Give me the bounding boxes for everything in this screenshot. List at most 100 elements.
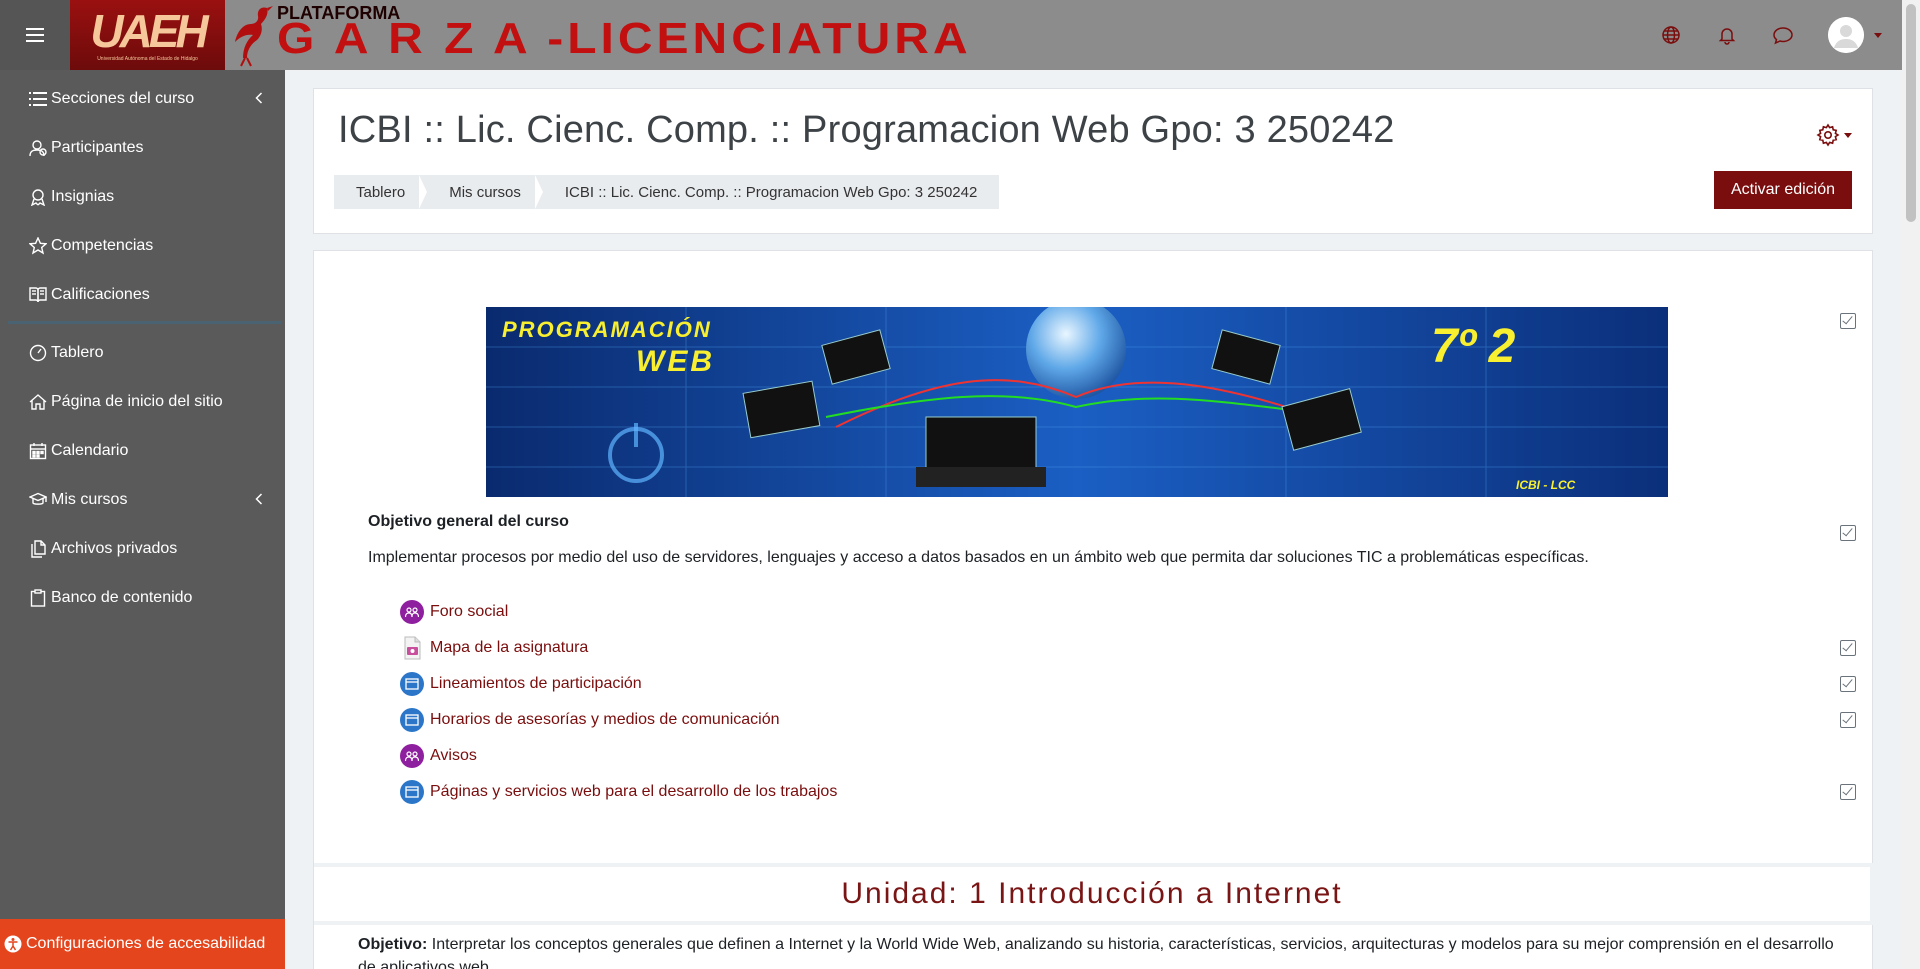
activity-label[interactable]: Foro social: [430, 603, 508, 621]
uaeh-logo-text: UAEH: [90, 5, 208, 57]
banner-footer: ICBI - LCC: [1516, 478, 1576, 492]
drawer-item-label: Página de inicio del sitio: [51, 392, 223, 410]
completion-checkbox[interactable]: [1840, 640, 1856, 656]
drawer-item-calendario[interactable]: Calendario: [0, 426, 285, 475]
unit-1-objective-text: Interpretar los conceptos generales que …: [358, 936, 1834, 969]
chat-icon[interactable]: [1772, 24, 1794, 46]
drawer-item-label: Competencias: [51, 236, 154, 254]
banner-semester: 7º 2: [1431, 320, 1516, 373]
activity-paginas-servicios[interactable]: Páginas y servicios web para el desarrol…: [400, 780, 837, 804]
accessibility-settings-button[interactable]: Configuraciones de accesabilidad: [0, 919, 285, 969]
activity-foro-social[interactable]: Foro social: [400, 600, 508, 624]
uaeh-logo: UAEH Universidad Autónoma del Estado de …: [70, 0, 225, 70]
drawer-item-label: Archivos privados: [51, 539, 178, 557]
drawer-item-label: Calendario: [51, 441, 129, 459]
page-title: ICBI :: Lic. Cienc. Comp. :: Programacio…: [338, 109, 1395, 151]
banner-title-line1: PROGRAMACIÓN: [502, 317, 712, 342]
globe-icon[interactable]: [1660, 24, 1682, 46]
files-icon: [28, 539, 48, 559]
page-icon: [400, 780, 424, 804]
accessibility-icon: [4, 935, 22, 953]
brand-logo-link[interactable]: UAEH Universidad Autónoma del Estado de …: [70, 0, 225, 70]
activity-lineamientos[interactable]: Lineamientos de participación: [400, 672, 642, 696]
banner-title-line2: WEB: [636, 345, 715, 378]
breadcrumb-item-course[interactable]: ICBI :: Lic. Cienc. Comp. :: Programacio…: [534, 175, 1000, 209]
dashboard-icon: [28, 343, 48, 363]
calendar-icon: [28, 441, 48, 461]
forum-icon: [400, 744, 424, 768]
drawer-item-inicio[interactable]: Página de inicio del sitio: [0, 377, 285, 426]
activity-avisos[interactable]: Avisos: [400, 744, 477, 768]
star-icon: [28, 236, 48, 256]
forum-icon: [400, 600, 424, 624]
drawer-item-banco[interactable]: Banco de contenido: [0, 573, 285, 622]
gear-icon: [1816, 123, 1840, 147]
graduation-cap-icon: [28, 490, 48, 510]
course-content: PROGRAMACIÓN WEB 7º 2 ICBI - LCC Objetiv…: [313, 250, 1874, 969]
course-settings-menu[interactable]: [1816, 123, 1852, 147]
badge-icon: [28, 187, 48, 207]
breadcrumb: Tablero Mis cursos ICBI :: Lic. Cienc. C…: [334, 175, 1000, 209]
completion-checkbox[interactable]: [1840, 525, 1856, 541]
breadcrumb-item-tablero[interactable]: Tablero: [334, 175, 427, 209]
drawer-item-label: Secciones del curso: [51, 89, 195, 107]
objective-text: Implementar procesos por medio del uso d…: [368, 549, 1589, 566]
drawer-item-label: Mis cursos: [51, 490, 128, 508]
drawer-item-label: Tablero: [51, 343, 104, 361]
book-icon: [28, 285, 48, 305]
activate-editing-button[interactable]: Activar edición: [1714, 171, 1852, 209]
activity-label[interactable]: Avisos: [430, 747, 477, 765]
unit-1-header: Unidad: 1 Introducción a Internet: [314, 863, 1874, 925]
course-banner-image: PROGRAMACIÓN WEB 7º 2 ICBI - LCC: [486, 307, 1668, 497]
completion-checkbox[interactable]: [1840, 313, 1856, 329]
activity-mapa-asignatura[interactable]: Mapa de la asignatura: [400, 636, 588, 660]
image-file-icon: [400, 636, 424, 660]
drawer-item-participantes[interactable]: Participantes: [0, 123, 285, 172]
drawer-item-tablero[interactable]: Tablero: [0, 328, 285, 377]
page-icon: [400, 708, 424, 732]
bell-icon[interactable]: [1716, 24, 1738, 46]
activity-label[interactable]: Horarios de asesorías y medios de comuni…: [430, 711, 780, 729]
platform-logo[interactable]: PLATAFORMA G A R Z A -LICENCIATURA: [225, 0, 972, 70]
page-scrollbar[interactable]: [1902, 0, 1920, 969]
chevron-left-icon: [255, 492, 263, 510]
chevron-down-icon: [1844, 132, 1852, 138]
drawer-item-insignias[interactable]: Insignias: [0, 172, 285, 221]
unit-1-title: Unidad: 1 Introducción a Internet: [841, 877, 1343, 910]
drawer-item-archivos[interactable]: Archivos privados: [0, 524, 285, 573]
drawer-item-secciones[interactable]: Secciones del curso: [0, 74, 285, 123]
uaeh-logo-subtitle: Universidad Autónoma del Estado de Hidal…: [97, 56, 198, 62]
activity-label[interactable]: Mapa de la asignatura: [430, 639, 588, 657]
page-header: ICBI :: Lic. Cienc. Comp. :: Programacio…: [313, 88, 1873, 234]
accessibility-label: Configuraciones de accesabilidad: [26, 935, 266, 952]
drawer-item-competencias[interactable]: Competencias: [0, 221, 285, 270]
course-index-drawer: Secciones del curso Participantes Insign…: [0, 70, 285, 969]
drawer-item-label: Participantes: [51, 138, 144, 156]
list-icon: [28, 89, 48, 109]
drawer-item-label: Banco de contenido: [51, 588, 193, 606]
completion-checkbox[interactable]: [1840, 784, 1856, 800]
chevron-down-icon: [1874, 32, 1882, 38]
garza-bird-icon: [235, 6, 273, 67]
user-menu[interactable]: [1828, 17, 1882, 53]
page-icon: [400, 672, 424, 696]
activity-label[interactable]: Páginas y servicios web para el desarrol…: [430, 783, 837, 801]
objective-heading: Objetivo general del curso: [368, 513, 569, 530]
completion-checkbox[interactable]: [1840, 712, 1856, 728]
home-icon: [28, 392, 48, 412]
chevron-left-icon: [255, 91, 263, 109]
users-icon: [28, 138, 48, 158]
activity-horarios[interactable]: Horarios de asesorías y medios de comuni…: [400, 708, 780, 732]
unit-1-objective: Objetivo: Interpretar los conceptos gene…: [358, 933, 1838, 969]
drawer-item-label: Insignias: [51, 187, 115, 205]
user-avatar[interactable]: [1828, 17, 1864, 53]
hamburger-menu-icon[interactable]: [0, 0, 70, 70]
unit-1-objective-label: Objetivo:: [358, 936, 428, 953]
platform-label-big: G A R Z A -LICENCIATURA: [277, 15, 972, 64]
scrollbar-thumb[interactable]: [1906, 4, 1916, 222]
completion-checkbox[interactable]: [1840, 676, 1856, 692]
activity-label[interactable]: Lineamientos de participación: [430, 675, 642, 693]
drawer-item-calificaciones[interactable]: Calificaciones: [0, 270, 285, 319]
drawer-item-mis-cursos[interactable]: Mis cursos: [0, 475, 285, 524]
breadcrumb-item-mis-cursos[interactable]: Mis cursos: [419, 175, 543, 209]
